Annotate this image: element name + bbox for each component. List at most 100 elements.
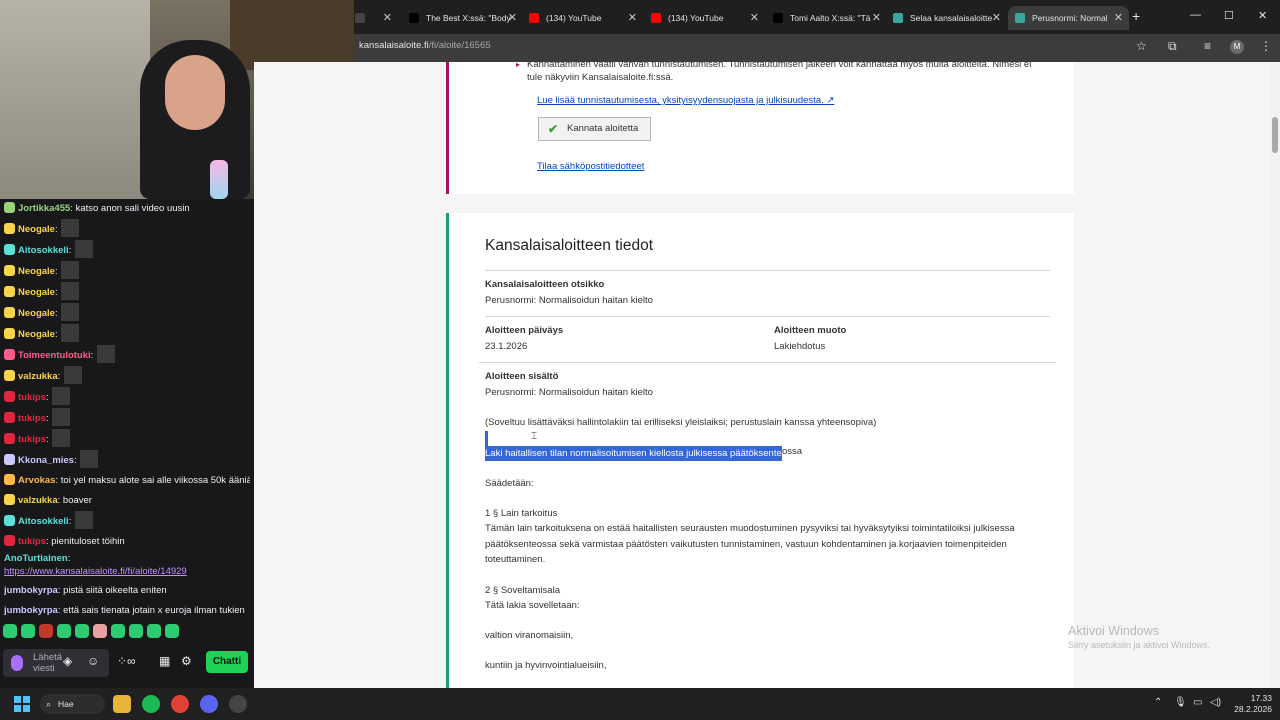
chat-message: tukips: (4, 408, 250, 429)
minimize-icon[interactable]: — (1190, 9, 1201, 21)
emote-icon[interactable] (75, 624, 89, 638)
menu-dots-icon[interactable]: ⋮ (1260, 39, 1272, 53)
emote-icon[interactable] (111, 624, 125, 638)
chat-username[interactable]: Aitosokkeli (18, 245, 69, 256)
subscribe-email-link[interactable]: Tilaa sähköpostitiedotteet (537, 161, 644, 172)
browser-chrome: ✕ The Best X:ssä: "Body ✕ (134) YouTube ✕ (13… (354, 0, 1280, 62)
close-tab-icon[interactable]: ✕ (872, 6, 881, 30)
emote-picker-icon[interactable]: ☺ (87, 654, 99, 668)
chat-send-button[interactable]: Chatti (206, 651, 248, 673)
app-icon[interactable] (229, 695, 247, 713)
chat-username[interactable]: tukips (18, 434, 46, 445)
profile-avatar[interactable]: M (1230, 40, 1244, 54)
microphone-tray-icon[interactable]: 🎙 (1174, 697, 1187, 708)
chat-username[interactable]: Neogale (18, 266, 55, 277)
chat-username[interactable]: Neogale (18, 329, 55, 340)
emote-icon[interactable] (21, 624, 35, 638)
browser-tab[interactable]: Tomi Aalto X:ssä: "Tä ✕ (766, 6, 887, 30)
store-icon[interactable]: ▦ (159, 654, 170, 668)
chat-username[interactable]: jumbokyrpa (4, 585, 58, 596)
tray-chevron-icon[interactable]: ⌃ (1154, 697, 1162, 708)
windows-start-icon[interactable] (14, 696, 30, 712)
emote-icon[interactable] (165, 624, 179, 638)
page-scrollbar[interactable] (1270, 62, 1280, 688)
chat-username[interactable]: tukips (18, 536, 46, 547)
browser-tab[interactable]: (134) YouTube ✕ (644, 6, 765, 30)
chat-username[interactable]: tukips (18, 413, 46, 424)
browser-tab[interactable]: ✕ (348, 6, 398, 30)
chat-username[interactable]: valzukka (18, 371, 58, 382)
list-item: kuntiin ja hyvinvointialueisiin, (485, 660, 607, 671)
bookmark-star-icon[interactable]: ☆ (1136, 39, 1147, 53)
close-tab-icon[interactable]: ✕ (750, 6, 759, 30)
chat-username[interactable]: Aitosokkeli (18, 516, 69, 527)
close-tab-icon[interactable]: ✕ (992, 6, 1001, 30)
support-initiative-button[interactable]: ✔ Kannata aloitetta (538, 117, 651, 141)
chat-username[interactable]: valzukka (18, 495, 58, 506)
extensions-icon[interactable]: ⧉ (1168, 39, 1177, 54)
close-tab-icon[interactable]: ✕ (628, 6, 637, 30)
close-tab-icon[interactable]: ✕ (1114, 6, 1123, 30)
chat-text: boaver (62, 495, 92, 506)
emote-icon[interactable] (147, 624, 161, 638)
browser-tab[interactable]: Perusnormi: Normal ✕ (1008, 6, 1129, 30)
maximize-icon[interactable]: ☐ (1224, 9, 1234, 22)
screen: Jortikka455: katso anon sali video uusin… (0, 0, 1280, 720)
volume-icon[interactable]: ◁) (1210, 697, 1221, 708)
chat-username[interactable]: Kkona_mies (18, 455, 74, 466)
bits-icon[interactable]: ◈ (63, 654, 72, 668)
chat-username[interactable]: tukips (18, 392, 46, 403)
chat-username[interactable]: Neogale (18, 287, 55, 298)
close-tab-icon[interactable]: ✕ (383, 6, 392, 30)
taskbar-clock[interactable]: 17.33 28.2.2026 (1228, 693, 1272, 715)
emote-icon (61, 303, 80, 321)
privacy-info-link[interactable]: Lue lisää tunnistautumisesta, yksityisyy… (537, 95, 834, 106)
emote-icon[interactable] (129, 624, 143, 638)
browser-tab[interactable]: Selaa kansalaisaloitte ✕ (886, 6, 1007, 30)
tab-title: Tomi Aalto X:ssä: "Tä (790, 13, 871, 23)
chat-username[interactable]: AnoTurtiainen (4, 553, 68, 564)
chat-username[interactable]: Arvokas (18, 475, 56, 486)
chat-username[interactable]: Toimeentulotuki (18, 350, 91, 361)
settings-gear-icon[interactable]: ⚙ (181, 654, 192, 668)
list-item: valtion viranomaisiin, (485, 630, 574, 641)
discord-icon[interactable] (200, 695, 218, 713)
microphone-icon[interactable] (11, 655, 23, 671)
close-window-icon[interactable]: ✕ (1258, 9, 1267, 22)
emote-icon[interactable] (93, 624, 107, 638)
chat-username[interactable]: Jortikka455 (18, 203, 70, 214)
network-icon[interactable]: ▭ (1193, 697, 1202, 708)
taskbar-search[interactable]: ⌕ Hae (40, 694, 105, 714)
media-controls-icon[interactable]: ≡ (1204, 39, 1211, 53)
emote-icon (61, 324, 80, 342)
chat-link[interactable]: https://www.kansalaisaloite.fi/fi/aloite… (4, 566, 187, 577)
chat-message: Neogale: (4, 219, 250, 240)
file-explorer-icon[interactable] (113, 695, 131, 713)
chat-username[interactable]: Neogale (18, 308, 55, 319)
browser-tab[interactable]: The Best X:ssä: "Body ✕ (402, 6, 523, 30)
scrollbar-thumb[interactable] (1272, 117, 1278, 153)
spotify-icon[interactable] (142, 695, 160, 713)
close-tab-icon[interactable]: ✕ (508, 6, 517, 30)
community-points-icon[interactable]: ⁘∞ (117, 654, 136, 668)
section-2-heading: 2 § Soveltamisala (485, 585, 560, 596)
chat-username[interactable]: Neogale (18, 224, 55, 235)
url-path: /fi/aloite/16565 (428, 40, 491, 51)
x-logo-icon (773, 13, 783, 23)
new-tab-icon[interactable]: + (1132, 8, 1140, 24)
law-title-selected: Laki haitallisen tilan normalisoitumisen… (485, 446, 782, 461)
address-bar[interactable]: kansalaisaloite.fi/fi/aloite/16565 ☆ ⧉ ≡… (354, 34, 1280, 62)
x-logo-icon (355, 13, 365, 23)
browser-tab[interactable]: (134) YouTube ✕ (522, 6, 643, 30)
emote-icon[interactable] (57, 624, 71, 638)
emote-icon[interactable] (39, 624, 53, 638)
chat-message-list: Jortikka455: katso anon sali video uusin… (0, 199, 254, 619)
emote-bar (0, 624, 254, 644)
emote-icon (52, 429, 71, 447)
chat-badge-icon (4, 307, 15, 318)
emote-icon[interactable] (3, 624, 17, 638)
chat-username[interactable]: jumbokyrpa (4, 605, 58, 616)
tab-strip: ✕ The Best X:ssä: "Body ✕ (134) YouTube ✕ (13… (354, 0, 1280, 34)
auth-notice: Kannattaminen vaatii vahvan tunnistautum… (516, 62, 1047, 84)
chrome-icon[interactable] (171, 695, 189, 713)
